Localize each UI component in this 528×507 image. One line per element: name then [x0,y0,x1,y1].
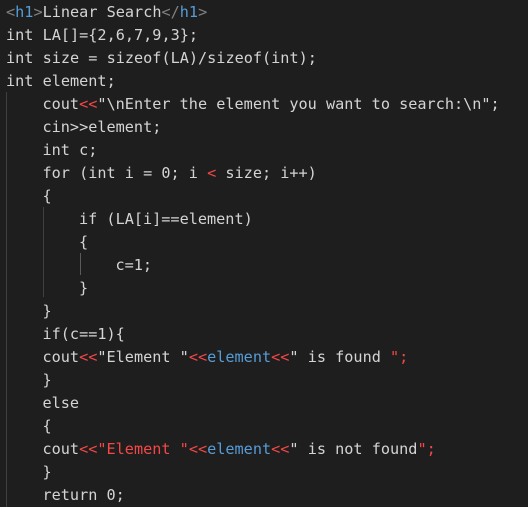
code-line: if(c==1){ [43,323,125,346]
code-editor[interactable]: <h1>Linear Search</h1> int LA[]={2,6,7,9,… [0,0,528,507]
code-line: else [43,392,80,415]
code-token: h1 [15,3,34,21]
code-token: } [42,463,52,481]
code-token: < [207,164,217,182]
code-token: { [42,187,52,205]
code-line: int LA[]={2,6,7,9,3}; [6,24,198,47]
code-line: cout<<"\nEnter the element you want to s… [43,93,500,116]
code-line: { [43,185,52,208]
code-line: cin>>element; [43,116,162,139]
code-token: << [271,348,290,366]
code-token: if(c==1){ [42,325,125,343]
code-token: for (int i = 0; i [42,164,208,182]
code-token: } [42,371,52,389]
code-token: "; [390,348,409,366]
code-line: c=1; [116,254,153,277]
code-token: h1 [179,3,199,21]
code-token: " is found [289,348,391,366]
code-token: "Element " [97,440,189,458]
code-line: } [79,277,88,300]
code-line: int c; [43,139,98,162]
code-token: cin>>element; [42,118,162,136]
code-token: " is not found [289,440,418,458]
code-token: </ [161,3,180,21]
code-token: { [42,417,52,435]
indent-guide [80,253,81,275]
code-token: "\nEnter the element you want to search:… [97,95,500,113]
code-token: cout [42,440,80,458]
code-token: > [198,3,208,21]
code-token: > [33,3,43,21]
code-token: "; [417,440,436,458]
code-token: c=1; [115,256,153,274]
code-line: { [79,231,88,254]
code-line: for (int i = 0; i < size; i++) [43,162,317,185]
code-token: return 0; [42,486,125,504]
code-token: Linear Search [42,3,162,21]
code-token: << [79,440,98,458]
code-token: } [42,302,52,320]
code-line: { [43,415,52,438]
code-line: cout<<"Element "<<element<<" is not foun… [43,438,436,461]
code-line: return 0; [43,484,125,507]
code-token: << [271,440,290,458]
code-line: if (LA[i]==element) [79,208,253,231]
code-line: } [43,369,52,392]
code-token: else [42,394,80,412]
code-token: if (LA[i]==element) [79,210,253,228]
code-token: int LA[]={2,6,7,9,3}; [6,26,199,44]
code-line: <h1>Linear Search</h1> [6,1,207,24]
code-token: << [188,440,208,458]
code-token: element [207,440,272,458]
code-token: int c; [42,141,98,159]
code-line: int size = sizeof(LA)/sizeof(int); [6,47,317,70]
code-token: int element; [6,72,116,90]
code-token: << [79,348,98,366]
code-token: << [188,348,208,366]
code-line: } [43,461,52,484]
code-token: < [6,3,16,21]
indent-guide [6,92,7,507]
code-token: << [79,95,98,113]
code-token: cout [42,348,80,366]
code-token: cout [42,95,80,113]
code-token: } [79,279,89,297]
code-token: int size = sizeof(LA)/sizeof(int); [6,49,317,67]
code-token: { [79,233,89,251]
code-token: size; i++) [216,164,317,182]
code-line: } [43,300,52,323]
code-token: "Element " [97,348,189,366]
code-token: element [207,348,272,366]
code-line: int element; [6,70,116,93]
indent-guide [43,207,44,297]
code-line: cout<<"Element "<<element<<" is found "; [43,346,409,369]
